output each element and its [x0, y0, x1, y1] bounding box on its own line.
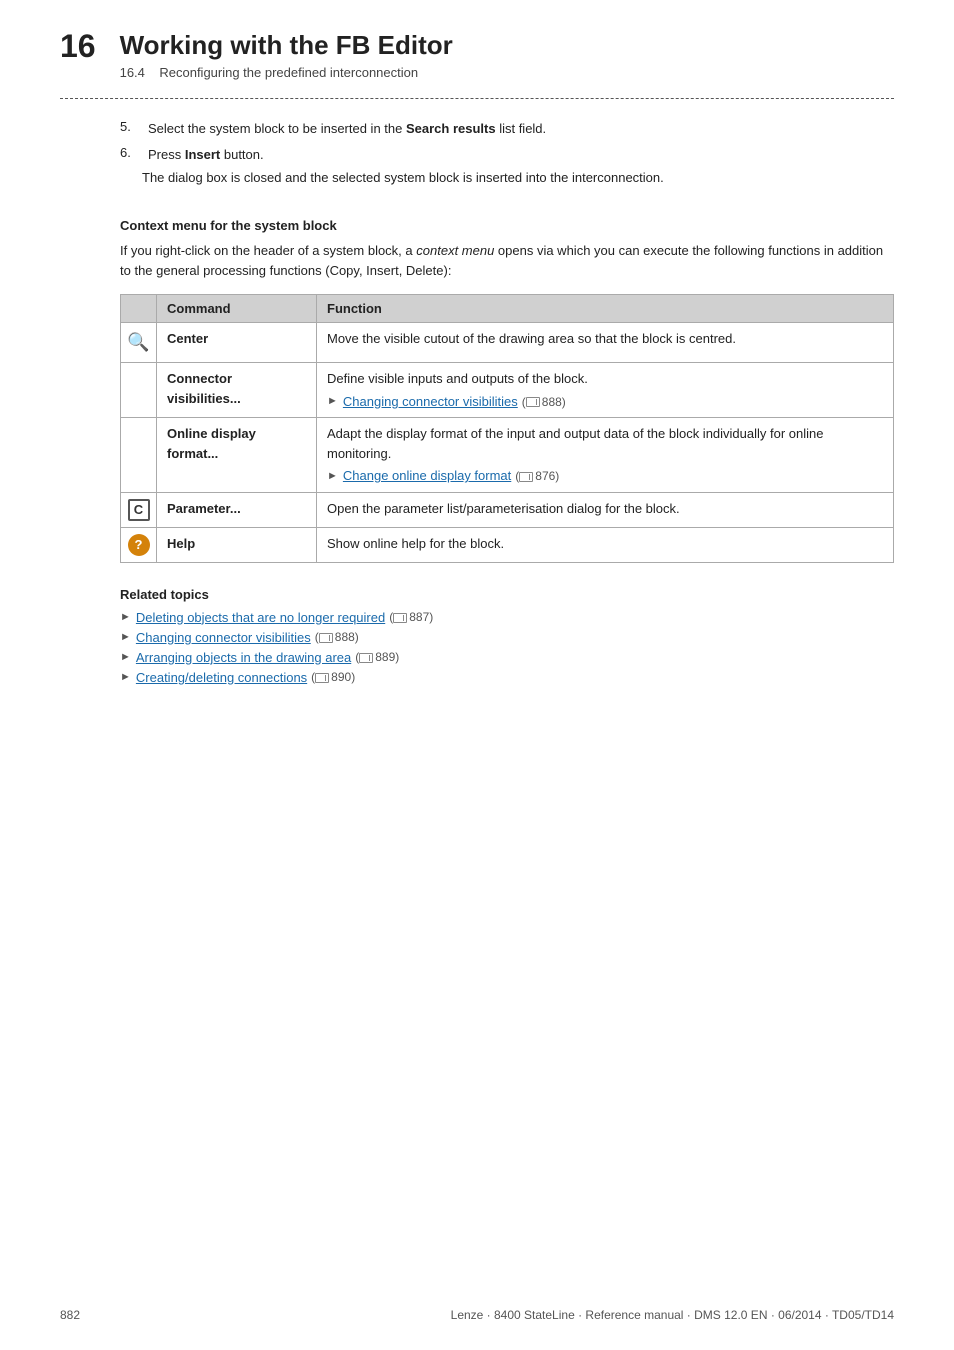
- page-ref-890: (890): [311, 670, 355, 684]
- related-topic-4: ► Creating/deleting connections (890): [120, 670, 894, 685]
- table-row: 🔍 Center Move the visible cutout of the …: [121, 323, 894, 363]
- step-6: 6. Press Insert button. The dialog box i…: [120, 145, 894, 190]
- step-5-num: 5.: [120, 119, 148, 134]
- page-ref-888b: (888): [315, 630, 359, 644]
- related-topic-3: ► Arranging objects in the drawing area …: [120, 650, 894, 665]
- cmd-name-connector: Connector visibilities...: [157, 363, 317, 418]
- help-icon: ?: [128, 534, 150, 556]
- page-icon: [519, 472, 533, 482]
- related-topic-1: ► Deleting objects that are no longer re…: [120, 610, 894, 625]
- related-topic-2: ► Changing connector visibilities (888): [120, 630, 894, 645]
- context-menu-heading: Context menu for the system block: [120, 218, 894, 233]
- step-list: 5. Select the system block to be inserte…: [120, 119, 894, 190]
- icon-cell-help: ?: [121, 527, 157, 562]
- arrow-icon: ►: [120, 651, 131, 663]
- page-ref-876: (876): [515, 467, 559, 485]
- page-icon: [359, 653, 373, 663]
- page-ref-888: (888): [522, 393, 566, 411]
- chapter-title: Working with the FB Editor: [120, 30, 453, 61]
- page-ref-889: (889): [355, 650, 399, 664]
- command-table: Command Function 🔍 Center Move the visib…: [120, 294, 894, 563]
- step-5-text: Select the system block to be inserted i…: [148, 119, 546, 139]
- table-row: ? Help Show online help for the block.: [121, 527, 894, 562]
- main-content: 5. Select the system block to be inserte…: [60, 119, 894, 685]
- cmd-name-help: Help: [157, 527, 317, 562]
- link-arranging-objects[interactable]: Arranging objects in the drawing area: [136, 650, 351, 665]
- cmd-function-online: Adapt the display format of the input an…: [317, 418, 894, 493]
- page-footer: 882 Lenze · 8400 StateLine · Reference m…: [0, 1308, 954, 1322]
- table-row: C Parameter... Open the parameter list/p…: [121, 492, 894, 527]
- step-5: 5. Select the system block to be inserte…: [120, 119, 894, 139]
- page-ref-887: (887): [389, 610, 433, 624]
- cmd-function-connector: Define visible inputs and outputs of the…: [317, 363, 894, 418]
- section-ref: 16.4 Reconfiguring the predefined interc…: [120, 65, 453, 80]
- related-topics-heading: Related topics: [120, 587, 894, 602]
- page-icon: [319, 633, 333, 643]
- table-row: Online display format... Adapt the displ…: [121, 418, 894, 493]
- cmd-function-help: Show online help for the block.: [317, 527, 894, 562]
- page-icon: [393, 613, 407, 623]
- cmd-function-parameter: Open the parameter list/parameterisation…: [317, 492, 894, 527]
- related-topics-list: ► Deleting objects that are no longer re…: [120, 610, 894, 685]
- arrow-icon: ►: [327, 393, 338, 410]
- table-col-function: Function: [317, 295, 894, 323]
- icon-cell-search: 🔍: [121, 323, 157, 363]
- arrow-icon: ►: [327, 468, 338, 485]
- step-6-sublist: The dialog box is closed and the selecte…: [142, 168, 664, 190]
- search-icon: 🔍: [127, 329, 149, 356]
- page-icon: [315, 673, 329, 683]
- cmd-function-center: Move the visible cutout of the drawing a…: [317, 323, 894, 363]
- link-deleting-objects[interactable]: Deleting objects that are no longer requ…: [136, 610, 385, 625]
- icon-cell-connector: [121, 363, 157, 418]
- cmd-name-online: Online display format...: [157, 418, 317, 493]
- context-menu-description: If you right-click on the header of a sy…: [120, 241, 894, 283]
- table-row: Connector visibilities... Define visible…: [121, 363, 894, 418]
- step-6-text: Press Insert button.: [148, 145, 264, 165]
- step-6-sub-1: The dialog box is closed and the selecte…: [142, 168, 664, 188]
- doc-reference: Lenze · 8400 StateLine · Reference manua…: [451, 1308, 894, 1322]
- page-number: 882: [60, 1308, 80, 1322]
- link-changing-connector[interactable]: Changing connector visibilities: [136, 630, 311, 645]
- step-6-num: 6.: [120, 145, 148, 160]
- cmd-name-parameter: Parameter...: [157, 492, 317, 527]
- page-icon: [526, 397, 540, 407]
- section-title: Reconfiguring the predefined interconnec…: [159, 65, 418, 80]
- cmd-name-center: Center: [157, 323, 317, 363]
- c-icon: C: [128, 499, 150, 521]
- section-number: 16.4: [120, 65, 145, 80]
- icon-cell-parameter: C: [121, 492, 157, 527]
- page-header: 16 Working with the FB Editor 16.4 Recon…: [60, 30, 894, 80]
- arrow-icon: ►: [120, 611, 131, 623]
- table-col-icon: [121, 295, 157, 323]
- divider: [60, 98, 894, 99]
- chapter-number: 16: [60, 30, 96, 62]
- link-creating-deleting[interactable]: Creating/deleting connections: [136, 670, 307, 685]
- arrow-icon: ►: [120, 631, 131, 643]
- icon-cell-online: [121, 418, 157, 493]
- arrow-icon: ►: [120, 671, 131, 683]
- table-col-command: Command: [157, 295, 317, 323]
- link-connector-visibilities[interactable]: Changing connector visibilities: [343, 392, 518, 412]
- link-online-display[interactable]: Change online display format: [343, 466, 511, 486]
